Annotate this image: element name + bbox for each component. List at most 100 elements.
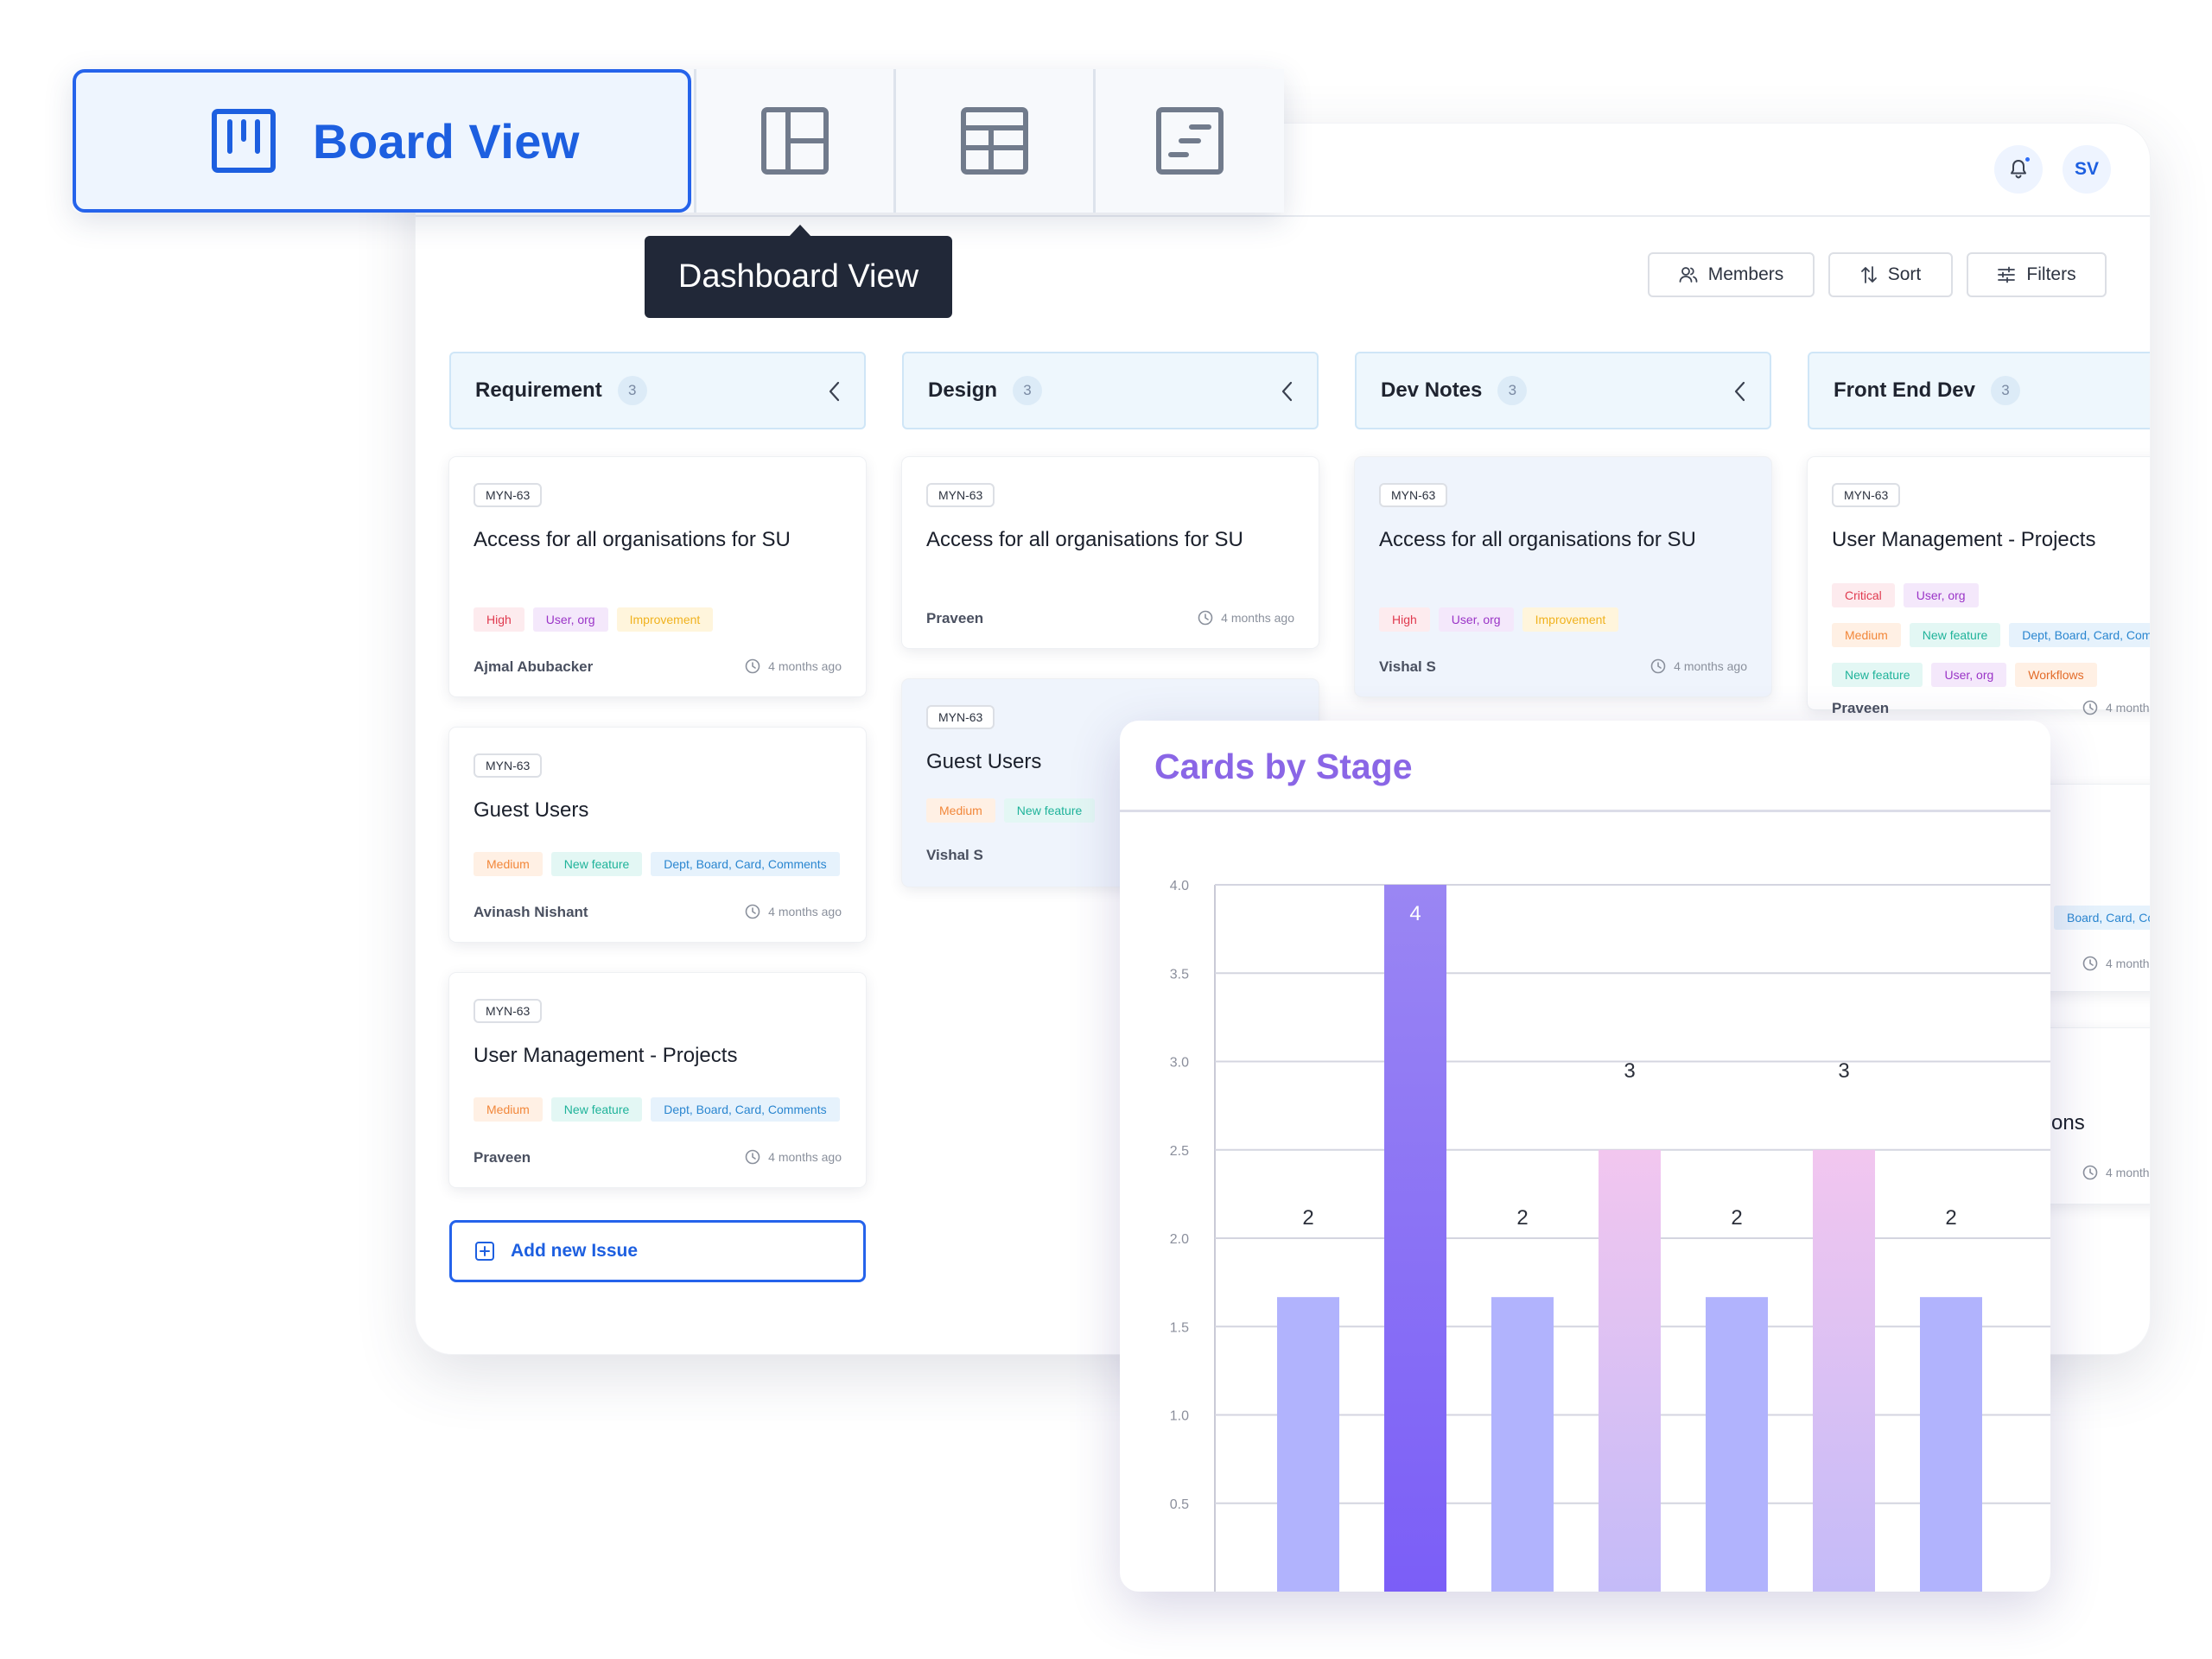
issue-title: ons [2051,1111,2085,1135]
plus-square-icon [475,1242,494,1261]
y-tick-label: 1.5 [1170,1320,1189,1335]
timestamp: 4 months ago [1650,658,1747,674]
clock-icon [2082,956,2098,971]
priority-tag: Medium [1832,623,1901,647]
issue-card[interactable]: MYN-63 Access for all organisations for … [449,457,866,696]
notification-dot [2024,156,2031,163]
issue-id: MYN-63 [926,483,995,507]
members-button[interactable]: Members [1648,252,1815,297]
split-layout-icon [761,107,829,175]
issue-id: MYN-63 [926,705,995,729]
timestamp: 4 months ago [745,904,842,919]
column-count: 3 [1013,376,1043,405]
column-count: 3 [617,376,647,405]
bar-value-label: 4 [1409,902,1421,925]
label-tag: User, org [1438,607,1514,632]
notifications-button[interactable] [1994,145,2043,194]
issue-card[interactable]: MYN-63 User Management - Projects Medium… [449,973,866,1187]
table-view-tab[interactable] [893,69,1093,213]
priority-tag: Critical [1832,583,1895,607]
clock-icon [745,904,760,919]
assignee: Ajmal Abubacker [474,658,594,675]
sort-icon [1860,266,1877,283]
label-tag: Dept, Board, Card, Comments [651,852,840,876]
label-tag: Dept, Board, Card, Comments [651,1097,840,1122]
issue-title: Guest Users [474,798,589,822]
type-tag: New feature [1003,798,1096,823]
label-tag: User, org [1903,583,1979,607]
y-tick-label: 1.0 [1170,1409,1189,1424]
y-tick-label: 0.5 [1170,1497,1189,1512]
issue-id: MYN-63 [474,753,543,778]
split-view-tab[interactable] [694,69,893,213]
column-header-dev-notes[interactable]: Dev Notes 3 [1355,352,1771,429]
board-view-tab[interactable]: Board View [73,69,691,213]
column-header-front-end-dev[interactable]: Front End Dev 3 [1808,352,2150,429]
bar-value-label: 2 [1516,1206,1528,1230]
timestamp: 4 months ago [745,1149,842,1165]
issue-title: User Management - Projects [474,1044,738,1067]
issue-id: MYN-63 [1379,483,1448,507]
column-count: 3 [1991,376,2021,405]
clock-icon [1198,610,1213,626]
column-title: Front End Dev [1834,378,1976,402]
gantt-view-tab[interactable] [1093,69,1284,213]
timestamp: 4 months ago [2082,956,2150,971]
label-tag: User, org [1931,663,2007,687]
timestamp-label: 4 months ago [768,905,842,918]
bar [1599,1149,1661,1592]
label-tag: Board, Card, Comments [2054,906,2150,930]
type-tag: New feature [550,1097,643,1122]
dashboard-view-tooltip: Dashboard View [645,236,952,318]
add-new-issue-button[interactable]: Add new Issue [449,1220,866,1282]
label-tag: Dept, Board, Card, Comments [2009,623,2150,647]
collapse-chevron-icon[interactable] [828,379,842,404]
collapse-chevron-icon[interactable] [1281,379,1294,404]
bar-value-label: 3 [1838,1059,1849,1083]
label-tag: User, org [532,607,608,632]
clock-icon [1650,658,1666,674]
issue-id: MYN-63 [1832,483,1901,507]
clock-icon [2082,1165,2098,1180]
priority-tag: Medium [474,1097,543,1122]
sort-button[interactable]: Sort [1828,252,1953,297]
y-tick-label: 2.5 [1170,1144,1189,1159]
bar-value-label: 2 [1302,1206,1313,1230]
timestamp-label: 4 months ago [768,659,842,673]
timestamp: 4 months ago [1198,610,1294,626]
issue-card[interactable]: MYN-63 Access for all organisations for … [1355,457,1771,696]
cards-by-stage-panel: Cards by Stage 0.5 1.0 1.5 2.0 2.5 3.0 3.5 4.0 … [1120,721,2050,1592]
column-header-requirement[interactable]: Requirement 3 [449,352,866,429]
filters-label: Filters [2026,264,2076,284]
issue-title: User Management - Projects [1832,528,2096,551]
y-tick-label: 3.0 [1170,1056,1189,1071]
y-tick-label: 4.0 [1170,879,1189,893]
timestamp: 4 months ago [745,658,842,674]
timestamp-label: 4 months ago [768,1150,842,1164]
type-tag: Improvement [616,607,714,632]
bar [1491,1297,1554,1592]
bar [1813,1149,1875,1592]
issue-title: Access for all organisations for SU [1379,528,1696,551]
assignee: Praveen [926,610,984,626]
collapse-chevron-icon[interactable] [1733,379,1747,404]
clock-icon [745,1149,760,1165]
column-count: 3 [1497,376,1528,405]
priority-tag: Medium [474,852,543,876]
column-title: Design [928,378,998,402]
clock-icon [2082,700,2098,715]
filters-button[interactable]: Filters [1967,252,2107,297]
issue-card[interactable]: MYN-63 User Management - Projects Critic… [1808,457,2150,716]
issue-title: Access for all organisations for SU [926,528,1243,551]
issue-card[interactable]: MYN-63 Guest Users Medium New feature De… [449,728,866,942]
column-header-design[interactable]: Design 3 [902,352,1319,429]
bar [1706,1297,1768,1592]
issue-id: MYN-63 [474,483,543,507]
clock-icon [745,658,760,674]
members-icon [1679,267,1698,283]
user-avatar[interactable]: SV [2063,145,2111,194]
issue-card[interactable]: MYN-63 Access for all organisations for … [902,457,1319,648]
assignee: Avinash Nishant [474,904,588,920]
timestamp-label: 4 months ago [1221,611,1294,625]
priority-tag: Medium [926,798,995,823]
